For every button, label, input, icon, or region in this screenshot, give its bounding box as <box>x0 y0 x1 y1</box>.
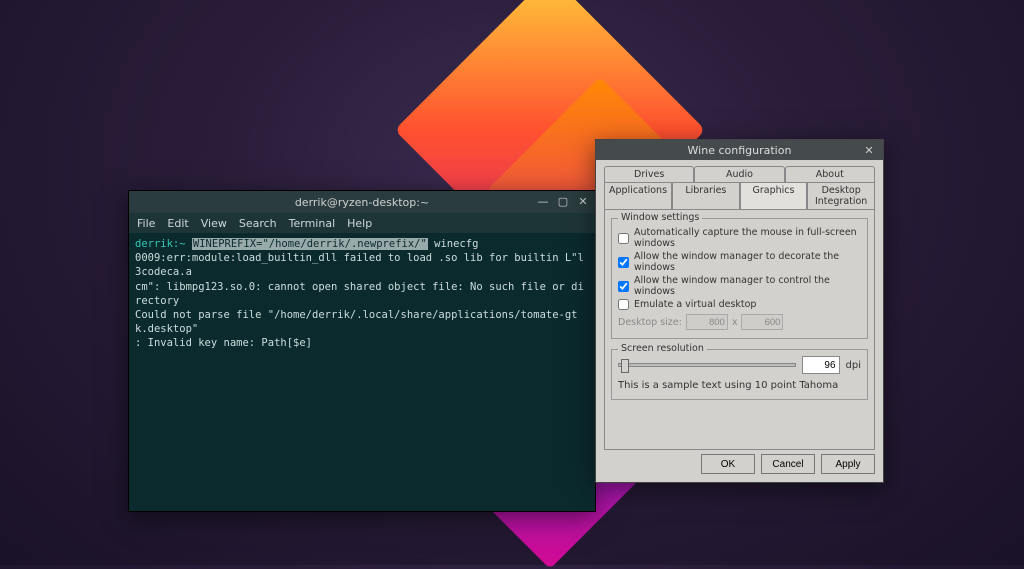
check-label: Allow the window manager to decorate the… <box>634 251 861 273</box>
apply-button[interactable]: Apply <box>821 454 875 474</box>
dpi-slider[interactable] <box>618 363 796 367</box>
wine-titlebar[interactable]: Wine configuration ✕ <box>596 140 883 160</box>
close-icon[interactable]: ✕ <box>861 142 877 158</box>
wine-title: Wine configuration <box>688 144 792 157</box>
cancel-button[interactable]: Cancel <box>761 454 815 474</box>
tab-graphics[interactable]: Graphics <box>740 182 808 209</box>
desktop-size-row: Desktop size: x <box>618 314 861 330</box>
tab-drives[interactable]: Drives <box>604 166 694 182</box>
wine-tabs: Drives Audio About Applications Librarie… <box>604 166 875 209</box>
prompt-exec: winecfg <box>428 238 479 250</box>
desktop-width-input <box>686 314 728 330</box>
terminal-title: derrik@ryzen-desktop:~ <box>295 196 429 209</box>
check-autocapture[interactable]: Automatically capture the mouse in full-… <box>618 227 861 249</box>
wine-button-row: OK Cancel Apply <box>604 454 875 474</box>
menu-edit[interactable]: Edit <box>167 217 188 230</box>
terminal-output-line: cm": libmpg123.so.0: cannot open shared … <box>135 281 584 307</box>
tab-applications[interactable]: Applications <box>604 182 672 209</box>
check-label: Emulate a virtual desktop <box>634 299 756 310</box>
check-label: Allow the window manager to control the … <box>634 275 861 297</box>
tab-about[interactable]: About <box>785 166 875 182</box>
check-virtual-desktop[interactable]: Emulate a virtual desktop <box>618 299 861 310</box>
tab-desktop-integration[interactable]: Desktop Integration <box>807 182 875 209</box>
tab-audio[interactable]: Audio <box>694 166 784 182</box>
menu-help[interactable]: Help <box>347 217 372 230</box>
menu-file[interactable]: File <box>137 217 155 230</box>
group-title: Screen resolution <box>618 343 707 354</box>
prompt-env: WINEPREFIX="/home/derrik/.newprefix/" <box>192 238 428 250</box>
wine-config-window: Wine configuration ✕ Drives Audio About … <box>595 139 884 483</box>
dpi-slider-thumb[interactable] <box>621 359 629 373</box>
check-decorate[interactable]: Allow the window manager to decorate the… <box>618 251 861 273</box>
tab-libraries[interactable]: Libraries <box>672 182 740 209</box>
terminal-output-line: 0009:err:module:load_builtin_dll failed … <box>135 252 584 278</box>
group-screen-resolution: Screen resolution dpi This is a sample t… <box>611 349 868 400</box>
menu-view[interactable]: View <box>201 217 227 230</box>
prompt-user: derrik:~ <box>135 238 186 250</box>
maximize-button[interactable]: ▢ <box>555 193 571 209</box>
sample-text: This is a sample text using 10 point Tah… <box>618 380 861 391</box>
tab-panel-graphics: Window settings Automatically capture th… <box>604 209 875 450</box>
menu-search[interactable]: Search <box>239 217 277 230</box>
terminal-window: derrik@ryzen-desktop:~ — ▢ ✕ File Edit V… <box>128 190 596 512</box>
group-window-settings: Window settings Automatically capture th… <box>611 218 868 339</box>
terminal-body[interactable]: derrik:~ WINEPREFIX="/home/derrik/.newpr… <box>129 233 595 511</box>
terminal-output-line: : Invalid key name: Path[$e] <box>135 337 312 349</box>
check-label: Automatically capture the mouse in full-… <box>634 227 861 249</box>
dpi-input[interactable] <box>802 356 840 374</box>
desktop-height-input <box>741 314 783 330</box>
desktop-x: x <box>732 317 738 328</box>
desktop-size-label: Desktop size: <box>618 317 682 328</box>
menu-terminal[interactable]: Terminal <box>289 217 336 230</box>
group-title: Window settings <box>618 212 702 223</box>
terminal-titlebar[interactable]: derrik@ryzen-desktop:~ — ▢ ✕ <box>129 191 595 213</box>
ok-button[interactable]: OK <box>701 454 755 474</box>
dpi-label: dpi <box>846 360 861 371</box>
close-button[interactable]: ✕ <box>575 193 591 209</box>
terminal-output-line: Could not parse file "/home/derrik/.loca… <box>135 309 578 335</box>
check-control-input[interactable] <box>618 281 629 292</box>
check-autocapture-input[interactable] <box>618 233 629 244</box>
minimize-button[interactable]: — <box>535 193 551 209</box>
check-virtual-input[interactable] <box>618 299 629 310</box>
check-control[interactable]: Allow the window manager to control the … <box>618 275 861 297</box>
check-decorate-input[interactable] <box>618 257 629 268</box>
terminal-menubar: File Edit View Search Terminal Help <box>129 213 595 233</box>
